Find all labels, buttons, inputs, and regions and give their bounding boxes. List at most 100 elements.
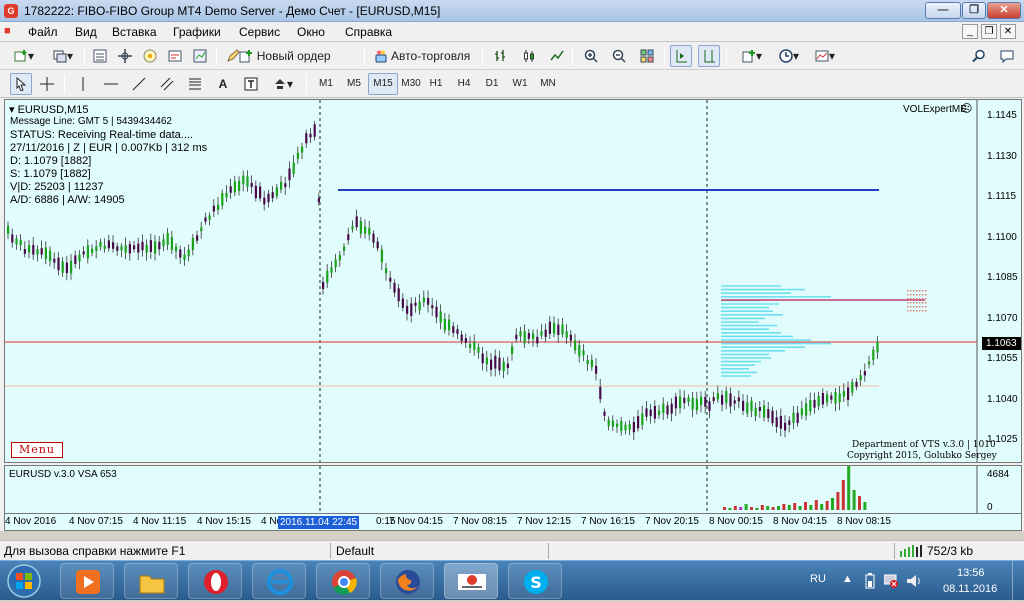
timeframe-h4[interactable]: H4: [452, 73, 476, 95]
time-tick-label: 4 Nov 15:15: [197, 516, 251, 527]
menu-tools[interactable]: Сервис: [239, 25, 280, 39]
mdi-close-button[interactable]: ✕: [1000, 24, 1016, 39]
tray-expand-icon[interactable]: ▲: [842, 573, 853, 585]
candle-body: [82, 251, 85, 255]
crosshair-tool[interactable]: [36, 73, 58, 95]
candlestick-button[interactable]: [518, 45, 540, 67]
start-button[interactable]: [6, 563, 52, 599]
clock-time[interactable]: 13:56: [957, 567, 985, 579]
clock-date[interactable]: 08.11.2016: [943, 583, 997, 595]
cursor-tool[interactable]: [10, 73, 32, 95]
volume-icon[interactable]: [906, 573, 922, 589]
taskbar-ie[interactable]: [252, 563, 306, 599]
candle-body: [330, 267, 333, 273]
auto-scroll-button[interactable]: [670, 45, 692, 67]
vertical-line-tool[interactable]: [72, 73, 94, 95]
mdi-minimize-button[interactable]: _: [962, 24, 978, 39]
periods-button[interactable]: ▾: [772, 45, 806, 67]
terminal-button[interactable]: [164, 45, 186, 67]
new-order-button[interactable]: Новый ордер: [237, 45, 333, 67]
price-tick-label: 1.1115: [987, 191, 1017, 202]
market-watch-button[interactable]: [89, 45, 111, 67]
candle-body: [561, 324, 564, 335]
text-tool[interactable]: A: [212, 73, 234, 95]
close-button[interactable]: ✕: [987, 2, 1021, 19]
search-button[interactable]: [968, 45, 990, 67]
menu-help[interactable]: Справка: [345, 25, 392, 39]
new-chart-button[interactable]: ▾: [6, 45, 42, 67]
chat-button[interactable]: [996, 45, 1018, 67]
candle-body: [796, 412, 799, 424]
autotrading-button[interactable]: Авто-торговля: [368, 45, 476, 67]
menu-button[interactable]: Menu: [11, 442, 63, 458]
timeframe-h1[interactable]: H1: [424, 73, 448, 95]
taskbar-chrome[interactable]: [316, 563, 370, 599]
candle-body: [515, 334, 518, 340]
profiles-button[interactable]: ▾: [46, 45, 80, 67]
price-chart[interactable]: ▾ EURUSD,M15 Message Line: GMT 5 | 54394…: [4, 99, 1022, 463]
taskbar-explorer[interactable]: [124, 563, 178, 599]
crosshair-move-icon: [118, 48, 132, 63]
candle-body: [65, 262, 68, 274]
timeframe-m30[interactable]: M30: [396, 73, 426, 95]
chart-shift-button[interactable]: [698, 45, 720, 67]
mdi-restore-button[interactable]: ❐: [981, 24, 997, 39]
taskbar-fibo-terminal[interactable]: [444, 563, 498, 599]
line-chart-button[interactable]: [546, 45, 568, 67]
candle-body: [296, 152, 299, 159]
navigator-button[interactable]: [139, 45, 161, 67]
timeframe-m15[interactable]: M15: [368, 73, 398, 95]
channel-icon: [160, 77, 174, 91]
language-indicator[interactable]: RU: [810, 573, 826, 585]
timeframe-m5[interactable]: M5: [342, 73, 366, 95]
trendline-tool[interactable]: [128, 73, 150, 95]
candle-body: [225, 193, 228, 198]
candle-body: [292, 162, 295, 175]
text-label-tool[interactable]: [240, 73, 262, 95]
equidistant-channel-tool[interactable]: [156, 73, 178, 95]
menu-view[interactable]: Вид: [75, 25, 97, 39]
fibonacci-tool[interactable]: [184, 73, 206, 95]
timeframe-d1[interactable]: D1: [480, 73, 504, 95]
bar-chart-button[interactable]: [490, 45, 512, 67]
vsa-subwindow[interactable]: EURUSD v.3.0 VSA 653 4684 0: [4, 465, 1022, 514]
show-desktop-button[interactable]: [1012, 561, 1024, 601]
templates-button[interactable]: ▾: [808, 45, 842, 67]
taskbar-opera[interactable]: [188, 563, 242, 599]
candle-body: [527, 332, 530, 339]
candle-body: [876, 341, 879, 353]
arrows-tool[interactable]: ▾: [268, 73, 298, 95]
fade-marker: [910, 302, 912, 304]
candle-body: [208, 215, 211, 220]
maximize-button[interactable]: ❐: [962, 2, 986, 19]
timeframe-w1[interactable]: W1: [508, 73, 532, 95]
menu-window[interactable]: Окно: [297, 25, 325, 39]
indicators-button[interactable]: ▾: [734, 45, 770, 67]
zoom-out-button[interactable]: [608, 45, 630, 67]
candle-body: [708, 401, 711, 411]
strategy-tester-button[interactable]: [189, 45, 211, 67]
minimize-button[interactable]: —: [925, 2, 961, 19]
timeframe-m1[interactable]: M1: [314, 73, 338, 95]
fade-marker: [922, 306, 924, 308]
candle-body: [838, 393, 841, 403]
candle-body: [641, 413, 644, 426]
menu-insert[interactable]: Вставка: [112, 25, 157, 39]
candle-body: [809, 400, 812, 412]
taskbar-media-player[interactable]: [60, 563, 114, 599]
network-error-icon[interactable]: [884, 573, 898, 589]
data-window-button[interactable]: [114, 45, 136, 67]
zoom-in-button[interactable]: [580, 45, 602, 67]
candle-body: [603, 411, 606, 416]
vsa-volume-bar: [793, 503, 797, 510]
candle-body: [464, 338, 467, 343]
taskbar-firefox[interactable]: [380, 563, 434, 599]
search-icon: [972, 49, 985, 63]
timeframe-mn[interactable]: MN: [536, 73, 560, 95]
menu-charts[interactable]: Графики: [173, 25, 221, 39]
tile-windows-button[interactable]: [636, 45, 658, 67]
taskbar-skype[interactable]: S: [508, 563, 562, 599]
horizontal-line-tool[interactable]: [100, 73, 122, 95]
battery-icon[interactable]: [864, 573, 876, 589]
menu-file[interactable]: Файл: [28, 25, 58, 39]
